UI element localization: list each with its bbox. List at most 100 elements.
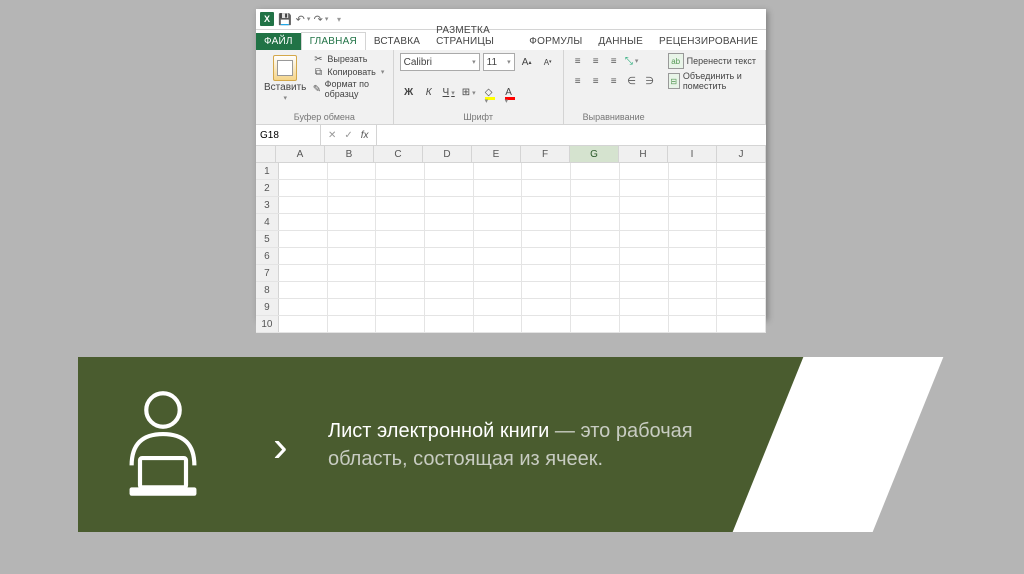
cell[interactable] — [279, 282, 328, 298]
cell[interactable] — [522, 299, 571, 315]
cell[interactable] — [669, 248, 718, 264]
align-top-icon[interactable]: ≡ — [570, 53, 586, 69]
cell[interactable] — [474, 214, 523, 230]
cell[interactable] — [425, 214, 474, 230]
border-button[interactable]: ⊞ — [460, 84, 478, 102]
row-header[interactable]: 7 — [256, 265, 279, 281]
cell[interactable] — [717, 214, 766, 230]
cell[interactable] — [474, 299, 523, 315]
cell[interactable] — [474, 180, 523, 196]
cell[interactable] — [474, 248, 523, 264]
copy-button[interactable]: ⧉ Копировать▾ — [312, 66, 386, 78]
cell[interactable] — [717, 282, 766, 298]
cell[interactable] — [328, 231, 377, 247]
font-name-select[interactable]: Calibri▾ — [400, 53, 480, 71]
cell[interactable] — [279, 265, 328, 281]
cell[interactable] — [376, 180, 425, 196]
column-header[interactable]: C — [374, 146, 423, 162]
column-header[interactable]: I — [668, 146, 717, 162]
cell[interactable] — [474, 197, 523, 213]
cell[interactable] — [376, 163, 425, 179]
cell[interactable] — [717, 180, 766, 196]
cell[interactable] — [620, 299, 669, 315]
column-header[interactable]: D — [423, 146, 472, 162]
cell[interactable] — [425, 231, 474, 247]
fx-icon[interactable]: fx — [358, 130, 372, 141]
cell[interactable] — [474, 316, 523, 332]
column-header[interactable]: E — [472, 146, 521, 162]
cell[interactable] — [571, 316, 620, 332]
tab-home[interactable]: ГЛАВНАЯ — [301, 32, 366, 50]
cell[interactable] — [279, 316, 328, 332]
cell[interactable] — [620, 231, 669, 247]
row-header[interactable]: 8 — [256, 282, 279, 298]
tab-layout[interactable]: РАЗМЕТКА СТРАНИЦЫ — [428, 22, 521, 50]
cell[interactable] — [376, 214, 425, 230]
save-icon[interactable]: 💾 — [278, 12, 292, 26]
cell[interactable] — [328, 214, 377, 230]
cell[interactable] — [669, 282, 718, 298]
row-header[interactable]: 6 — [256, 248, 279, 264]
align-left-icon[interactable]: ≡ — [570, 73, 586, 89]
align-bottom-icon[interactable]: ≡ — [606, 53, 622, 69]
cell[interactable] — [620, 265, 669, 281]
tab-insert[interactable]: ВСТАВКА — [366, 33, 428, 50]
wrap-text-button[interactable]: ab Перенести текст — [668, 53, 759, 69]
cell[interactable] — [376, 265, 425, 281]
cell[interactable] — [279, 163, 328, 179]
cell[interactable] — [522, 180, 571, 196]
cut-button[interactable]: ✂ Вырезать — [312, 53, 386, 65]
cell[interactable] — [522, 231, 571, 247]
cell[interactable] — [620, 180, 669, 196]
tab-file[interactable]: ФАЙЛ — [256, 33, 301, 50]
cell[interactable] — [620, 282, 669, 298]
row-header[interactable]: 10 — [256, 316, 279, 332]
cell[interactable] — [669, 231, 718, 247]
cell[interactable] — [571, 265, 620, 281]
column-header[interactable]: H — [619, 146, 668, 162]
cell[interactable] — [474, 282, 523, 298]
cell[interactable] — [571, 299, 620, 315]
cell[interactable] — [425, 299, 474, 315]
row-header[interactable]: 1 — [256, 163, 279, 179]
italic-button[interactable]: К — [420, 84, 438, 102]
cell[interactable] — [425, 282, 474, 298]
cell[interactable] — [620, 316, 669, 332]
cell[interactable] — [717, 265, 766, 281]
merge-button[interactable]: ⊟ Объединить и поместить — [668, 71, 759, 91]
cell[interactable] — [669, 316, 718, 332]
cell[interactable] — [717, 248, 766, 264]
row-header[interactable]: 4 — [256, 214, 279, 230]
cell[interactable] — [328, 316, 377, 332]
cell[interactable] — [279, 231, 328, 247]
cell[interactable] — [571, 214, 620, 230]
cell[interactable] — [376, 299, 425, 315]
row-header[interactable]: 5 — [256, 231, 279, 247]
cell[interactable] — [669, 265, 718, 281]
cell[interactable] — [717, 299, 766, 315]
cell[interactable] — [474, 231, 523, 247]
cell[interactable] — [425, 248, 474, 264]
cell[interactable] — [425, 163, 474, 179]
qat-customize-icon[interactable]: ▾ — [332, 12, 346, 26]
decrease-indent-icon[interactable]: ∈ — [624, 73, 640, 89]
cell[interactable] — [328, 299, 377, 315]
column-header[interactable]: J — [717, 146, 766, 162]
select-all-corner[interactable] — [256, 146, 276, 162]
redo-button[interactable]: ↷ — [314, 12, 328, 26]
cell[interactable] — [425, 197, 474, 213]
cell[interactable] — [425, 180, 474, 196]
font-size-select[interactable]: 11▾ — [483, 53, 515, 71]
column-header[interactable]: G — [570, 146, 619, 162]
cell[interactable] — [669, 163, 718, 179]
cell[interactable] — [328, 163, 377, 179]
name-box[interactable]: G18 — [256, 125, 321, 145]
cell[interactable] — [571, 282, 620, 298]
cell[interactable] — [717, 197, 766, 213]
cell[interactable] — [328, 248, 377, 264]
cell[interactable] — [522, 265, 571, 281]
undo-button[interactable]: ↶ — [296, 12, 310, 26]
cell[interactable] — [328, 282, 377, 298]
cell[interactable] — [474, 265, 523, 281]
increase-font-icon[interactable]: A▴ — [518, 53, 536, 71]
